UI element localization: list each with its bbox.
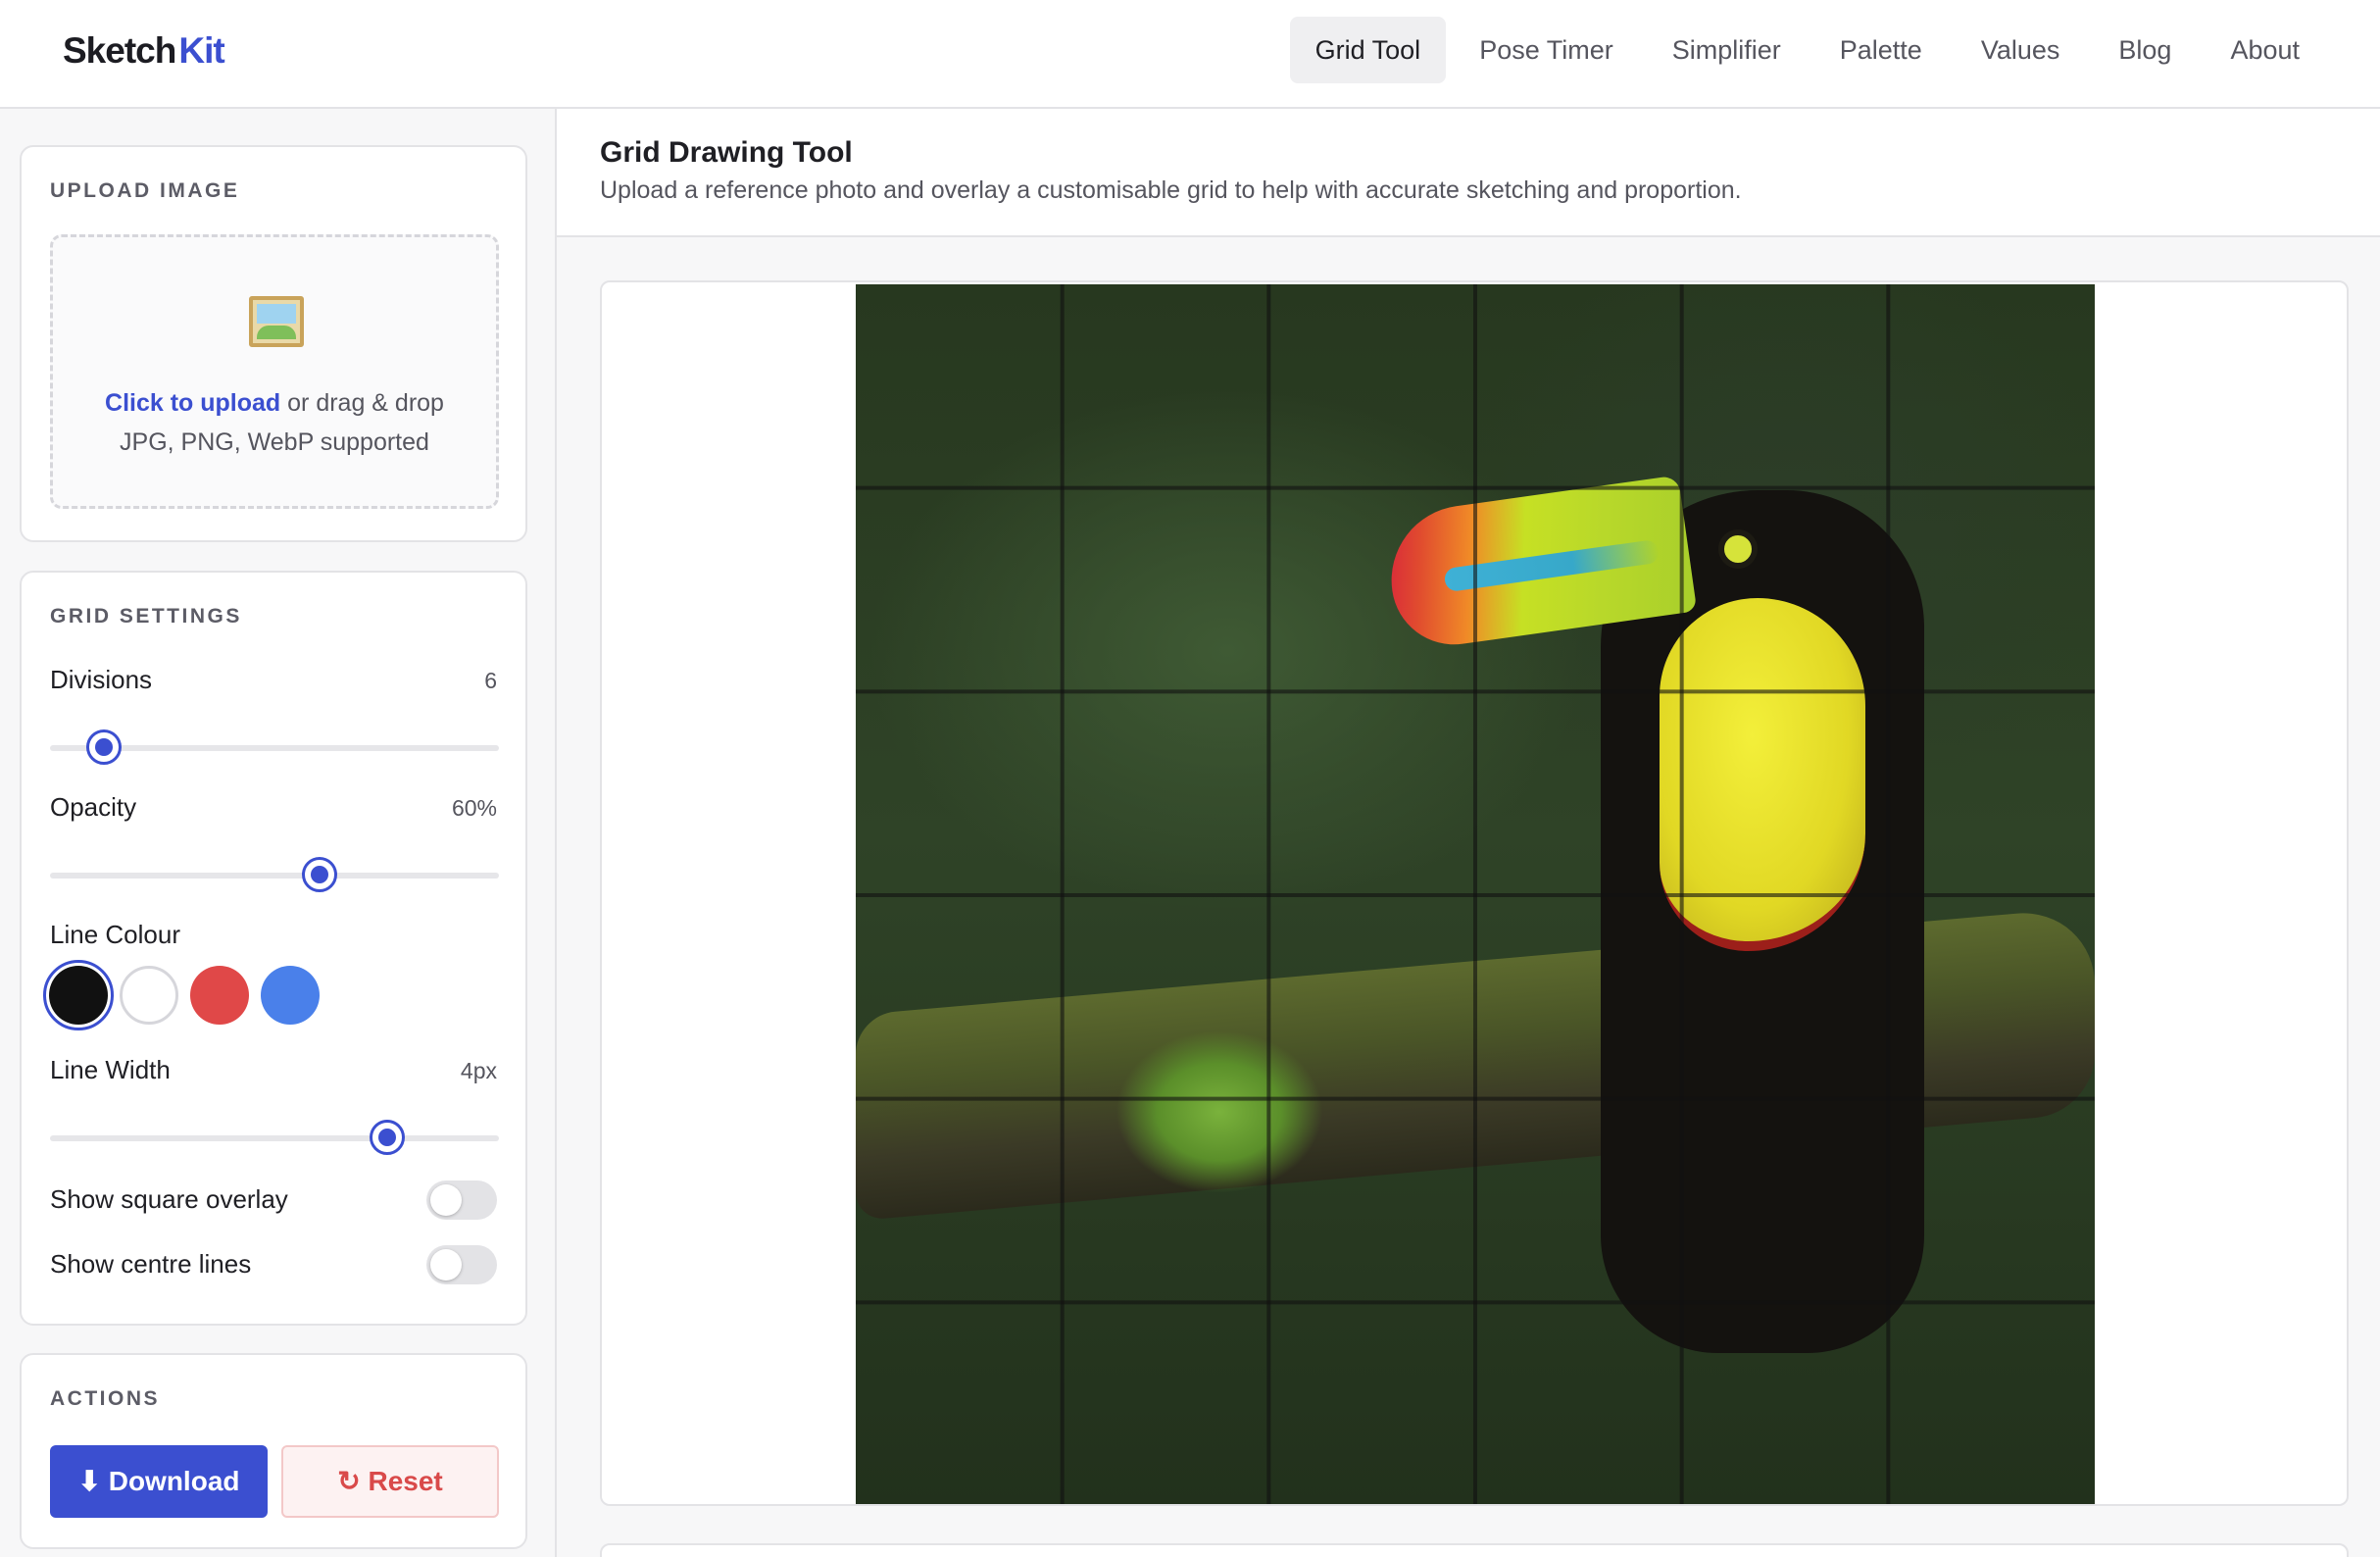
reference-photo[interactable] (856, 284, 2095, 1504)
swatch-red[interactable] (190, 966, 249, 1025)
divisions-slider-thumb[interactable] (85, 729, 122, 765)
centre-lines-toggle[interactable] (426, 1245, 497, 1284)
top-navigation-bar: SketchKit Grid Tool Pose Timer Simplifie… (0, 0, 2380, 109)
click-to-upload-link[interactable]: Click to upload (105, 389, 280, 417)
swatch-black[interactable] (43, 960, 114, 1030)
sidebar: UPLOAD IMAGE Click to upload or drag & d… (0, 109, 557, 1557)
nav-item-blog[interactable]: Blog (2093, 17, 2197, 83)
upload-image-card: UPLOAD IMAGE Click to upload or drag & d… (20, 145, 527, 542)
secondary-card-edge (600, 1543, 2349, 1557)
line-width-slider-thumb[interactable] (369, 1120, 405, 1155)
app-logo[interactable]: SketchKit (63, 27, 225, 75)
supported-formats-text: JPG, PNG, WebP supported (120, 428, 429, 456)
download-button[interactable]: ⬇ Download (50, 1445, 268, 1518)
centre-lines-label: Show centre lines (50, 1249, 252, 1279)
line-width-label: Line Width (50, 1055, 171, 1084)
swatch-blue[interactable] (261, 966, 320, 1025)
framed-picture-icon (249, 296, 304, 347)
divisions-value: 6 (484, 668, 497, 693)
nav-item-about[interactable]: About (2205, 17, 2325, 83)
line-width-slider-track (50, 1135, 499, 1141)
nav-item-grid-tool[interactable]: Grid Tool (1289, 17, 1447, 83)
grid-settings-title: GRID SETTINGS (50, 605, 242, 628)
main-header: Grid Drawing Tool Upload a reference pho… (557, 109, 2380, 237)
reset-button[interactable]: ↻ Reset (281, 1445, 499, 1518)
grid-overlay (856, 284, 2095, 1504)
nav-item-simplifier[interactable]: Simplifier (1647, 17, 1807, 83)
line-width-value: 4px (460, 1058, 497, 1083)
divisions-label: Divisions (50, 665, 153, 694)
swatch-white[interactable] (120, 966, 178, 1025)
nav-item-values[interactable]: Values (1956, 17, 2086, 83)
opacity-slider-track (50, 873, 499, 879)
canvas-preview-card (600, 280, 2349, 1506)
toggle-knob (430, 1249, 462, 1281)
opacity-value: 60% (451, 795, 497, 821)
logo-text-kit: Kit (178, 30, 224, 71)
logo-text-sketch: Sketch (63, 30, 176, 71)
square-overlay-label: Show square overlay (50, 1184, 288, 1214)
selected-swatch-ring (43, 960, 114, 1030)
square-overlay-toggle[interactable] (426, 1180, 497, 1220)
opacity-label: Opacity (50, 792, 137, 822)
nav-item-pose-timer[interactable]: Pose Timer (1454, 17, 1639, 83)
upload-section-title: UPLOAD IMAGE (50, 179, 240, 202)
actions-card: ACTIONS ⬇ Download ↻ Reset (20, 1353, 527, 1549)
opacity-slider-thumb[interactable] (301, 857, 337, 892)
toggle-knob (430, 1184, 462, 1216)
page-title: Grid Drawing Tool (600, 136, 853, 169)
drag-drop-text: or drag & drop (280, 389, 444, 417)
line-colour-label: Line Colour (50, 920, 180, 949)
opacity-slider[interactable] (50, 857, 499, 892)
divisions-slider[interactable] (50, 729, 499, 765)
line-width-slider[interactable] (50, 1120, 499, 1155)
page-subtitle: Upload a reference photo and overlay a c… (600, 176, 1742, 204)
upload-instruction: Click to upload or drag & drop (53, 389, 496, 418)
main-nav: Grid Tool Pose Timer Simplifier Palette … (1289, 17, 2325, 83)
nav-item-palette[interactable]: Palette (1814, 17, 1948, 83)
actions-title: ACTIONS (50, 1387, 160, 1410)
upload-dropzone[interactable]: Click to upload or drag & drop JPG, PNG,… (50, 234, 499, 509)
grid-settings-card: GRID SETTINGS Divisions 6 Opacity 60% Li… (20, 571, 527, 1326)
